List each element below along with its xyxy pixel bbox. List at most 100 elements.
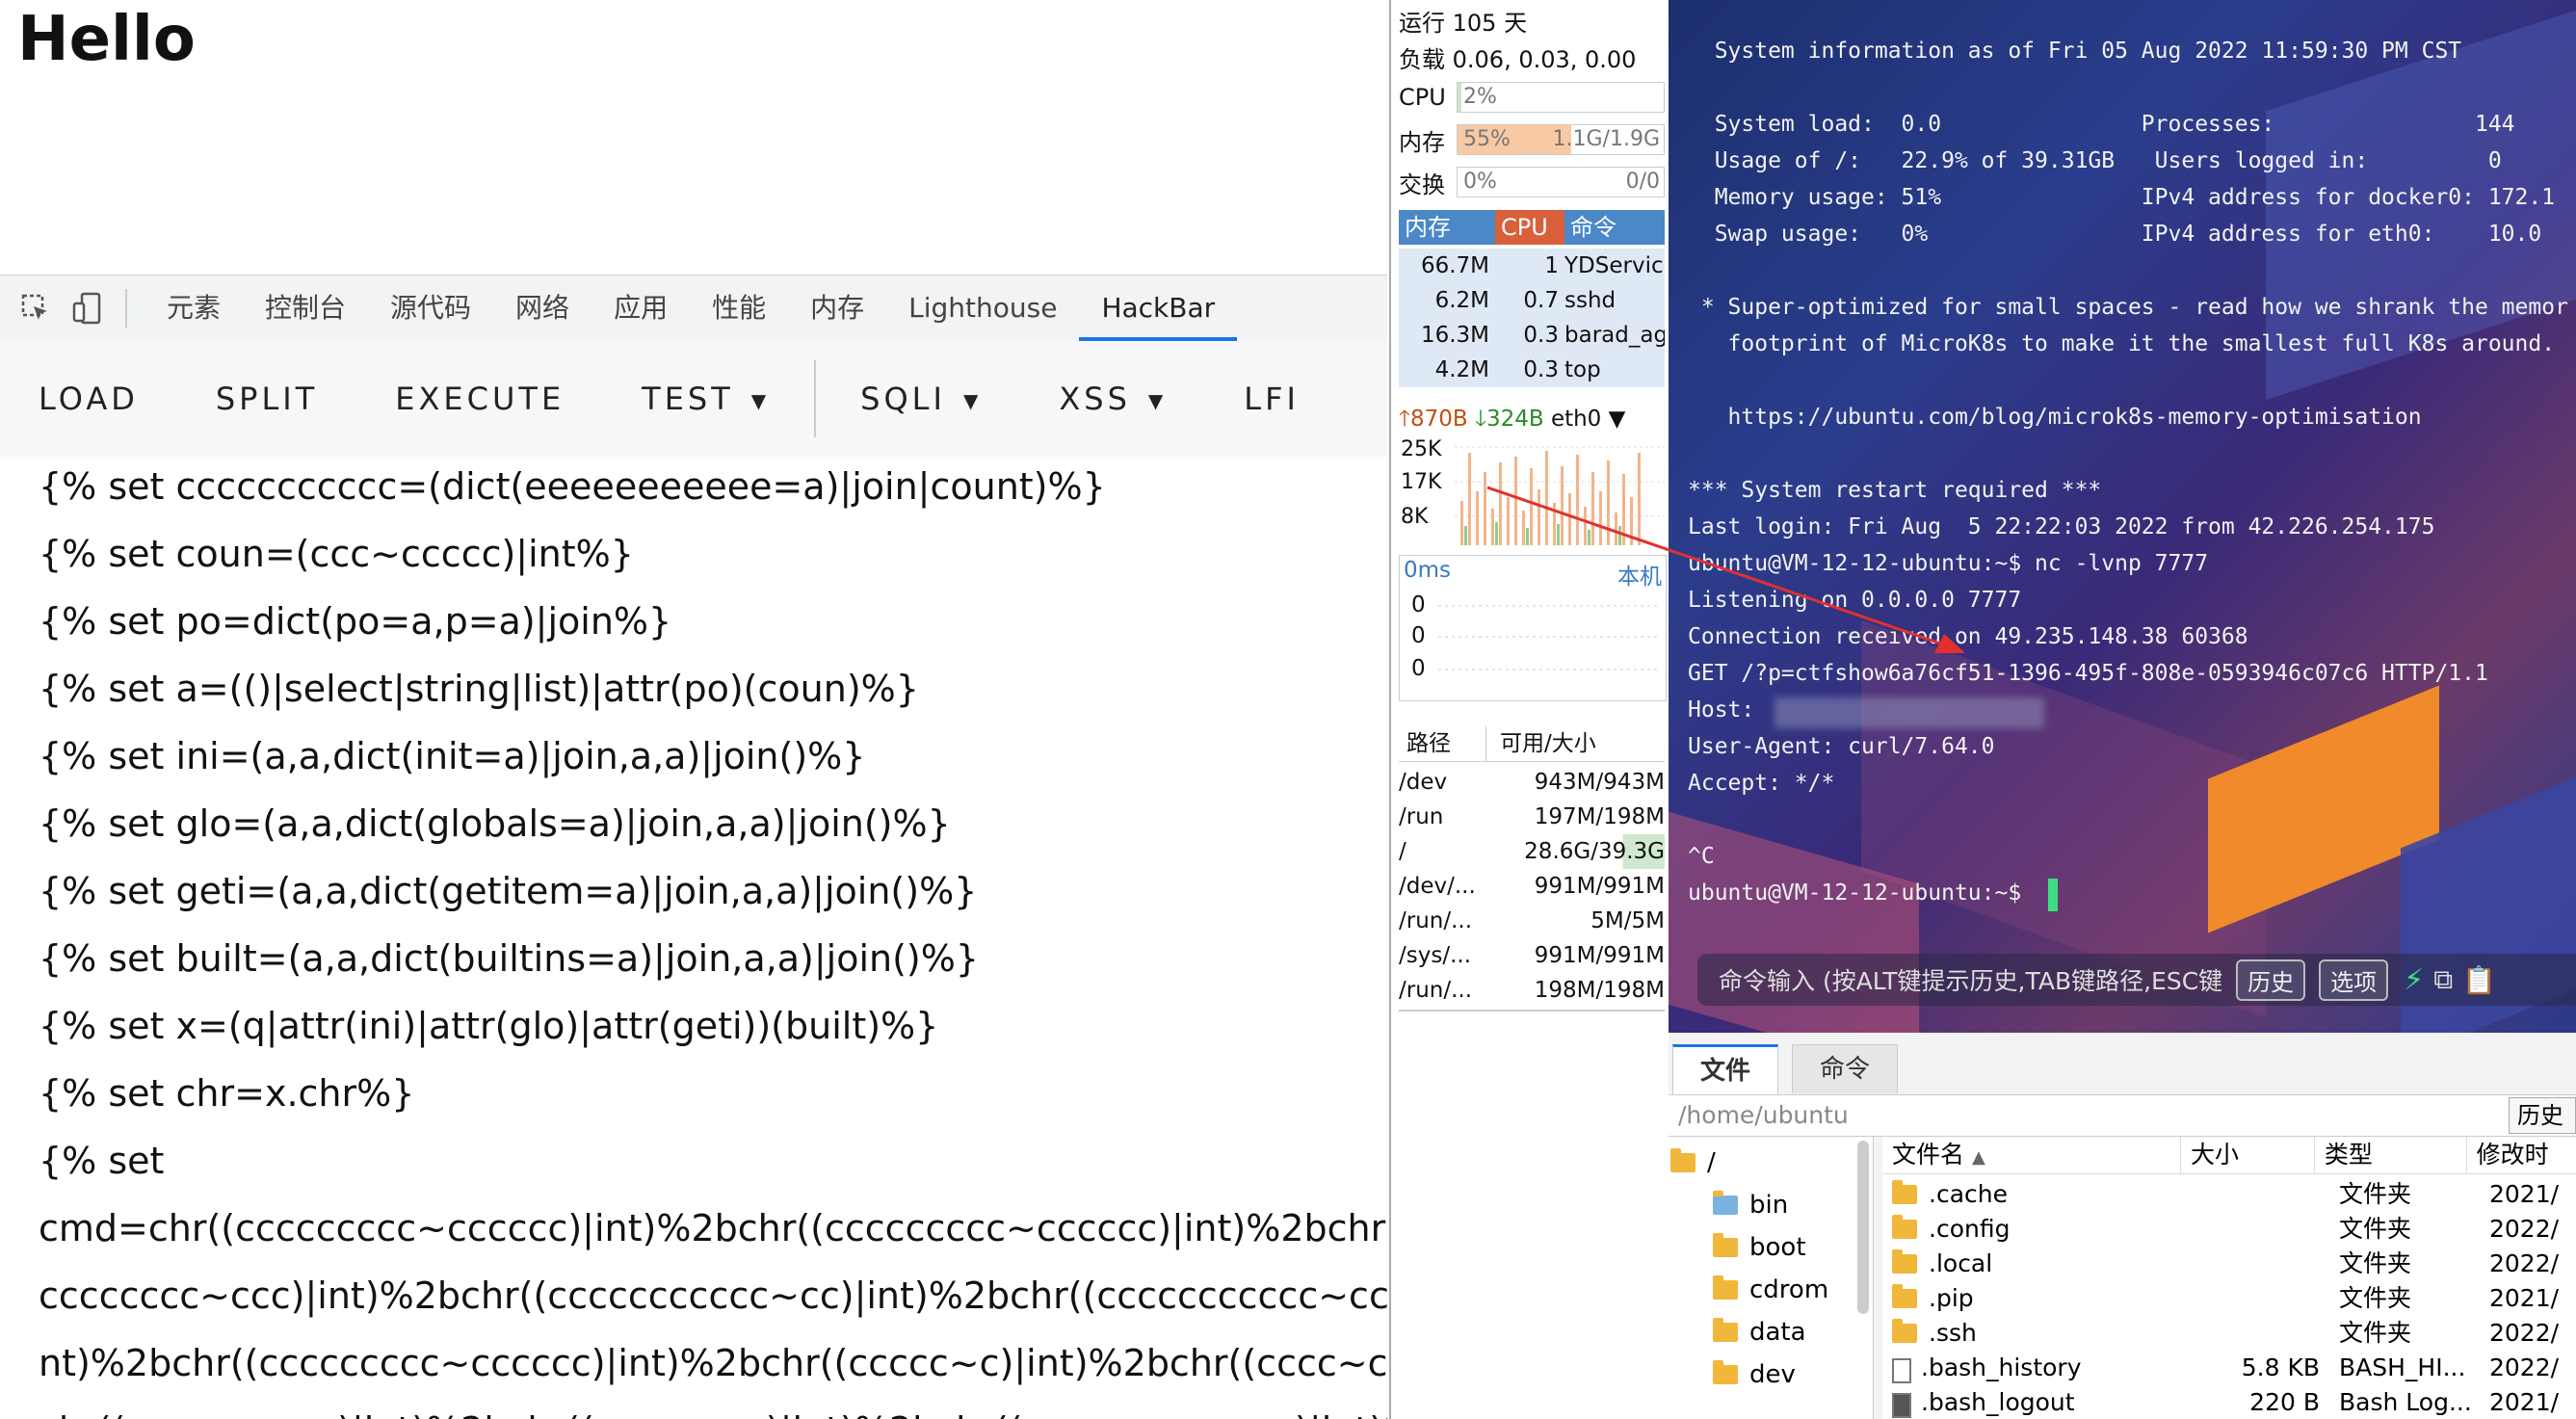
disk-path: /run/... bbox=[1399, 908, 1473, 933]
tree-scrollbar[interactable] bbox=[1857, 1141, 1869, 1314]
xss-dropdown[interactable]: XSS ▼ bbox=[1020, 381, 1205, 417]
upload-arrow-icon: 🡑 bbox=[1399, 407, 1410, 432]
column-header-name[interactable]: 文件名 ▲ bbox=[1882, 1137, 2182, 1173]
tab-console[interactable]: 控制台 bbox=[243, 276, 368, 341]
proc-cpu: 1 bbox=[1544, 253, 1559, 278]
payload-line: nt)%2bchr((ccccccccc~cccccc)|int)%2bchr(… bbox=[39, 1342, 1387, 1384]
tree-item-label: cdrom bbox=[1749, 1275, 1829, 1304]
file-date: 2022/ bbox=[2489, 1353, 2560, 1381]
net-down-value: 324B bbox=[1485, 407, 1544, 432]
file-size: 5.8 KB bbox=[2241, 1353, 2320, 1381]
tree-item-bin[interactable]: bin bbox=[1713, 1191, 1788, 1220]
file-row[interactable]: .config 文件夹 2022/ bbox=[1882, 1212, 2576, 1247]
file-row[interactable]: .local 文件夹 2022/ bbox=[1882, 1247, 2576, 1281]
history-button[interactable]: 历史 bbox=[2236, 959, 2306, 1001]
folder-icon bbox=[1713, 1360, 1738, 1384]
interface-select[interactable]: eth0 ▼ bbox=[1551, 407, 1625, 432]
paste-icon[interactable]: 📋 bbox=[2462, 964, 2496, 996]
tree-item-cdrom[interactable]: cdrom bbox=[1713, 1275, 1828, 1304]
disk-header-path[interactable]: 路径 bbox=[1399, 726, 1486, 761]
disk-row: /dev 943M/943M bbox=[1399, 765, 1665, 800]
net-up-value: 870B bbox=[1409, 407, 1468, 432]
tree-item-data[interactable]: data bbox=[1713, 1318, 1806, 1347]
cpu-percent: 2% bbox=[1463, 85, 1497, 109]
file-size bbox=[2198, 1247, 2329, 1281]
payload-line: chr((cccc~ccccc)|int)%2bchr((ccccc~cc)|i… bbox=[39, 1397, 1387, 1419]
lfi-dropdown[interactable]: LFI bbox=[1205, 381, 1338, 417]
caret-down-icon: ▼ bbox=[1608, 407, 1626, 432]
sqli-dropdown[interactable]: SQLI ▼ bbox=[822, 381, 1020, 417]
payload-line: {% set coun=(ccc~ccccc)|int%} bbox=[39, 533, 634, 575]
column-header-modified[interactable]: 修改时 bbox=[2467, 1137, 2576, 1173]
disk-header-size[interactable]: 可用/大小 bbox=[1486, 726, 1596, 761]
mem-detail: 1.1G/1.9G bbox=[1552, 127, 1660, 151]
file-icon bbox=[1892, 1392, 1911, 1418]
divider bbox=[1399, 1010, 1665, 1012]
command-input-bar[interactable]: 命令输入 (按ALT键提示历史,TAB键路径,ESC键 历史 选项 ⚡ ⧉ 📋 bbox=[1697, 954, 2576, 1006]
file-name: .cache bbox=[1929, 1180, 2008, 1208]
file-date: 2021/ bbox=[2489, 1284, 2560, 1312]
proc-header-mem[interactable]: 内存 bbox=[1399, 210, 1495, 245]
lightning-icon[interactable]: ⚡ bbox=[2404, 963, 2424, 997]
tab-files[interactable]: 文件 bbox=[1672, 1044, 1779, 1095]
execute-button[interactable]: EXECUTE bbox=[356, 381, 603, 417]
path-bar[interactable]: /home/ubuntu 历史 bbox=[1669, 1094, 2576, 1137]
xss-label: XSS bbox=[1059, 381, 1131, 417]
terminal-line: * Super-optimized for small spaces - rea… bbox=[1688, 295, 2568, 320]
test-label: TEST bbox=[642, 381, 734, 417]
proc-header-cpu[interactable]: CPU bbox=[1495, 210, 1564, 245]
inspect-element-icon[interactable] bbox=[19, 292, 52, 325]
path-history-button[interactable]: 历史 bbox=[2509, 1097, 2576, 1134]
process-row: 16.3M 0.3 barad_ag bbox=[1399, 318, 1665, 353]
payload-line: cccccccc~ccc)|int)%2bchr((ccccccccccc~cc… bbox=[39, 1274, 1387, 1317]
payload-line: {% set a=(()|select|string|list)|attr(po… bbox=[39, 668, 919, 710]
directory-tree: / bin boot cdrom data dev bbox=[1669, 1137, 1874, 1419]
device-toolbar-icon[interactable] bbox=[71, 292, 104, 325]
proc-header-cmd[interactable]: 命令 bbox=[1564, 210, 1665, 245]
folder-icon bbox=[1892, 1180, 1917, 1204]
tree-item-dev[interactable]: dev bbox=[1713, 1360, 1796, 1389]
load-button[interactable]: LOAD bbox=[0, 381, 177, 417]
tab-elements[interactable]: 元素 bbox=[145, 276, 243, 341]
tree-item-label: bin bbox=[1749, 1191, 1789, 1220]
tab-application[interactable]: 应用 bbox=[591, 276, 690, 341]
file-row[interactable]: .cache 文件夹 2021/ bbox=[1882, 1177, 2576, 1212]
tree-item-boot[interactable]: boot bbox=[1713, 1233, 1806, 1262]
interface-label: eth0 bbox=[1550, 407, 1602, 432]
payload-line: {% set chr=x.chr%} bbox=[39, 1072, 415, 1115]
split-button[interactable]: SPLIT bbox=[177, 381, 356, 417]
payload-editor[interactable]: {% set ccccccccccc=(dict(eeeeeeeeeee=a)|… bbox=[39, 453, 1387, 1419]
path-input[interactable]: /home/ubuntu bbox=[1678, 1101, 1849, 1129]
proc-mem: 16.3M bbox=[1420, 323, 1489, 348]
folder-icon bbox=[1713, 1318, 1738, 1342]
tab-lighthouse[interactable]: Lighthouse bbox=[886, 276, 1079, 341]
column-header-type[interactable]: 类型 bbox=[2315, 1137, 2467, 1173]
file-row[interactable]: .bash_history 5.8 KB BASH_HI... 2022/ bbox=[1882, 1351, 2576, 1385]
proc-cmd: YDServic bbox=[1564, 253, 1664, 278]
file-name: .local bbox=[1929, 1249, 1993, 1277]
file-row[interactable]: .pip 文件夹 2021/ bbox=[1882, 1281, 2576, 1316]
file-row[interactable]: .ssh 文件夹 2022/ bbox=[1882, 1316, 2576, 1351]
tab-commands[interactable]: 命令 bbox=[1792, 1044, 1899, 1093]
file-name: .config bbox=[1929, 1215, 2011, 1243]
disk-size: 197M/198M bbox=[1534, 804, 1665, 829]
payload-line: {% set glo=(a,a,dict(globals=a)|join,a,a… bbox=[39, 802, 951, 845]
tree-item-root[interactable]: / bbox=[1670, 1148, 1716, 1177]
disk-row: /dev/... 991M/991M bbox=[1399, 869, 1665, 904]
caret-down-icon: ▼ bbox=[750, 389, 771, 412]
test-dropdown[interactable]: TEST ▼ bbox=[603, 381, 808, 417]
file-date: 2022/ bbox=[2489, 1249, 2560, 1277]
divider bbox=[125, 289, 127, 328]
cpu-usage-row: CPU 2% bbox=[1399, 81, 1665, 114]
copy-icon[interactable]: ⧉ bbox=[2433, 963, 2453, 996]
terminal-line: Swap usage: 0% IPv4 address for eth0: 10… bbox=[1688, 222, 2542, 247]
tab-performance[interactable]: 性能 bbox=[690, 276, 788, 341]
options-button[interactable]: 选项 bbox=[2319, 959, 2389, 1001]
file-row[interactable]: .bash_logout 220 B Bash Log... 2021/ bbox=[1882, 1385, 2576, 1419]
tab-hackbar[interactable]: HackBar bbox=[1079, 276, 1238, 341]
tab-network[interactable]: 网络 bbox=[493, 276, 591, 341]
uptime-text: 运行 105 天 bbox=[1399, 10, 1528, 37]
tab-memory[interactable]: 内存 bbox=[788, 276, 886, 341]
column-header-size[interactable]: 大小 bbox=[2181, 1137, 2315, 1173]
tab-sources[interactable]: 源代码 bbox=[368, 276, 493, 341]
